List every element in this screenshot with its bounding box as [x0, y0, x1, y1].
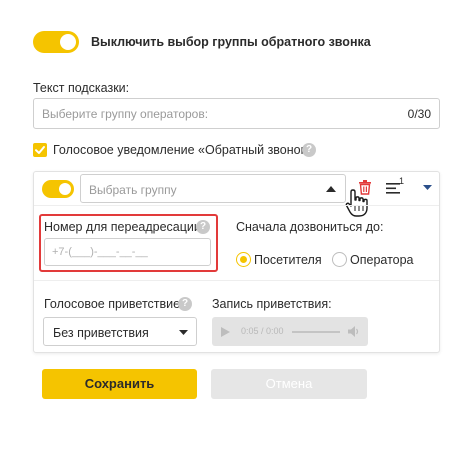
radio-visitor[interactable] — [236, 252, 251, 267]
caret-up-icon — [326, 186, 336, 192]
phone-placeholder: +7-(___)-___-__-__ — [52, 246, 148, 258]
call-first-label: Сначала дозвониться до: — [236, 220, 384, 234]
radio-operator[interactable] — [332, 252, 347, 267]
hint-placeholder: Выберите группу операторов: — [42, 107, 209, 121]
greeting-select-value: Без приветствия — [53, 326, 149, 340]
group-select-placeholder: Выбрать группу — [89, 183, 177, 197]
hint-input[interactable]: Выберите группу операторов: 0/30 — [33, 98, 440, 129]
radio-visitor-label: Посетителя — [254, 253, 322, 267]
priority-count-badge: 1 — [399, 176, 405, 186]
card-divider — [34, 205, 439, 206]
radio-operator-label: Оператора — [350, 253, 414, 267]
redirect-label: Номер для переадресации: — [44, 220, 205, 234]
group-enable-toggle[interactable] — [42, 180, 74, 198]
chevron-down-icon[interactable] — [423, 185, 432, 190]
audio-time: 0:05 / 0:00 — [241, 326, 284, 336]
audio-progress-track[interactable] — [292, 331, 340, 333]
audio-player[interactable]: 0:05 / 0:00 — [212, 317, 368, 346]
callback-group-toggle[interactable] — [33, 31, 79, 53]
hint-counter: 0/30 — [407, 107, 431, 121]
caret-down-icon — [179, 330, 188, 335]
toggle-knob — [59, 183, 71, 195]
greeting-select[interactable]: Без приветствия — [43, 317, 197, 346]
group-select[interactable]: Выбрать группу — [80, 174, 346, 203]
volume-icon[interactable] — [348, 326, 360, 337]
redirect-phone-input[interactable]: +7-(___)-___-__-__ — [44, 238, 211, 266]
recording-label: Запись приветствия: — [212, 297, 332, 311]
voice-notification-label: Голосовое уведомление «Обратный звонок» — [53, 143, 314, 157]
greeting-label: Голосовое приветствие: — [44, 297, 184, 311]
greeting-help-icon[interactable]: ? — [178, 297, 192, 311]
toggle-knob — [60, 34, 76, 50]
callback-toggle-label: Выключить выбор группы обратного звонка — [91, 35, 371, 49]
group-settings-card: Выбрать группу 1 Номер для переадресации… — [33, 171, 440, 353]
redirect-help-icon[interactable]: ? — [196, 220, 210, 234]
voice-notification-checkbox[interactable] — [33, 143, 47, 157]
play-icon[interactable] — [221, 327, 230, 337]
hint-label: Текст подсказки: — [33, 81, 130, 95]
cancel-button[interactable]: Отмена — [211, 369, 367, 399]
save-button[interactable]: Сохранить — [42, 369, 197, 399]
card-divider — [34, 280, 439, 281]
hand-cursor-icon — [345, 189, 368, 217]
voice-notification-help-icon[interactable]: ? — [302, 143, 316, 157]
check-icon — [35, 146, 45, 154]
priority-sort-button[interactable]: 1 — [386, 176, 408, 197]
